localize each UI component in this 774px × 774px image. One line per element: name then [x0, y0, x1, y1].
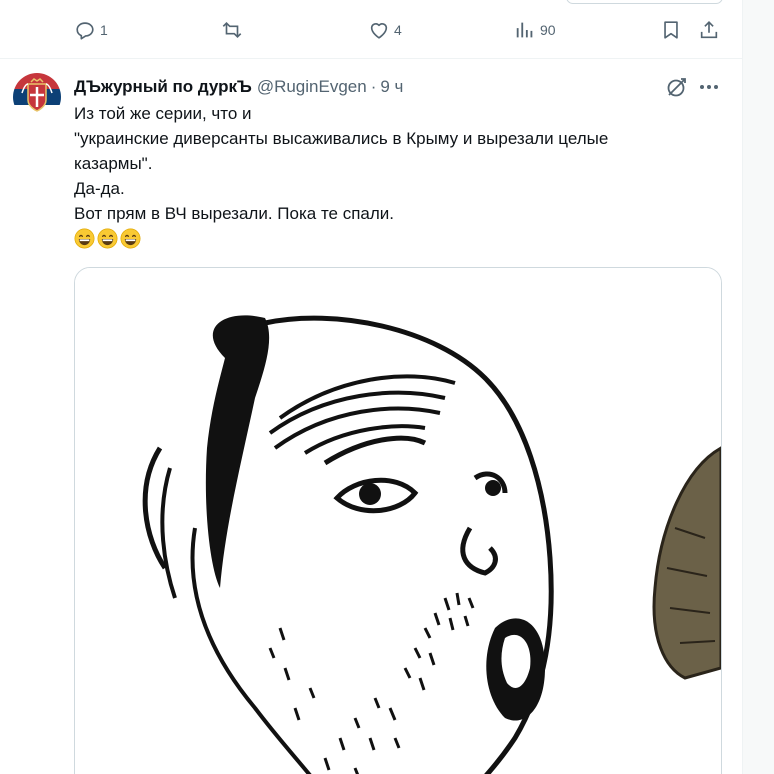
tweet-text-line: "украинские диверсанты высаживались в Кр…: [74, 129, 609, 148]
tweet-timestamp[interactable]: 9 ч: [380, 77, 403, 97]
bookmark-icon: [660, 19, 682, 41]
timeline: 1 4 90 ДЪжурный по дуркЪ @RuginEvgen · 9…: [0, 0, 743, 774]
tweet-text-line: Из той же серии, что и: [74, 104, 252, 123]
tweet-header: ДЪжурный по дуркЪ @RuginEvgen · 9 ч: [74, 76, 403, 98]
author-name[interactable]: ДЪжурный по дуркЪ: [74, 77, 252, 97]
views-button[interactable]: 90: [514, 18, 556, 42]
reply-icon: [74, 19, 96, 41]
grinning-face-emoji-icon: [74, 228, 95, 249]
author-handle[interactable]: @RuginEvgen: [257, 77, 367, 97]
emoji-row: [74, 228, 714, 249]
avatar[interactable]: [13, 73, 61, 121]
reply-count: 1: [100, 22, 108, 38]
previous-tweet-card-edge: [566, 0, 723, 4]
bookmark-button[interactable]: [660, 18, 682, 42]
grok-icon[interactable]: [665, 75, 689, 99]
like-count: 4: [394, 22, 402, 38]
right-sidebar-gutter: [743, 0, 774, 774]
more-options-icon[interactable]: [697, 75, 721, 99]
views-chart-icon: [514, 19, 536, 41]
tweet-text-line: казармы".: [74, 154, 153, 173]
reply-button[interactable]: 1: [74, 18, 108, 42]
heart-icon: [368, 19, 390, 41]
tweet-text: Из той же серии, что и "украинские дивер…: [74, 101, 714, 249]
views-count: 90: [540, 22, 556, 38]
share-button[interactable]: [698, 18, 720, 42]
tweet-text-line: Да-да.: [74, 179, 125, 198]
tweet-text-line: Вот прям в ВЧ вырезали. Пока те спали.: [74, 204, 395, 223]
like-button[interactable]: 4: [368, 18, 402, 42]
previous-tweet-action-bar: 1 4 90: [0, 0, 742, 59]
repost-button[interactable]: [220, 18, 248, 42]
grinning-face-emoji-icon: [120, 228, 141, 249]
repost-icon: [220, 19, 244, 41]
meme-face-illustration-icon: [75, 268, 721, 774]
tweet-media-image[interactable]: [74, 267, 722, 774]
tweet[interactable]: ДЪжурный по дуркЪ @RuginEvgen · 9 ч Из т…: [0, 59, 742, 774]
separator-dot: ·: [370, 77, 377, 96]
serbian-flag-avatar-icon: [13, 73, 61, 121]
share-icon: [698, 19, 720, 41]
grinning-face-emoji-icon: [97, 228, 118, 249]
